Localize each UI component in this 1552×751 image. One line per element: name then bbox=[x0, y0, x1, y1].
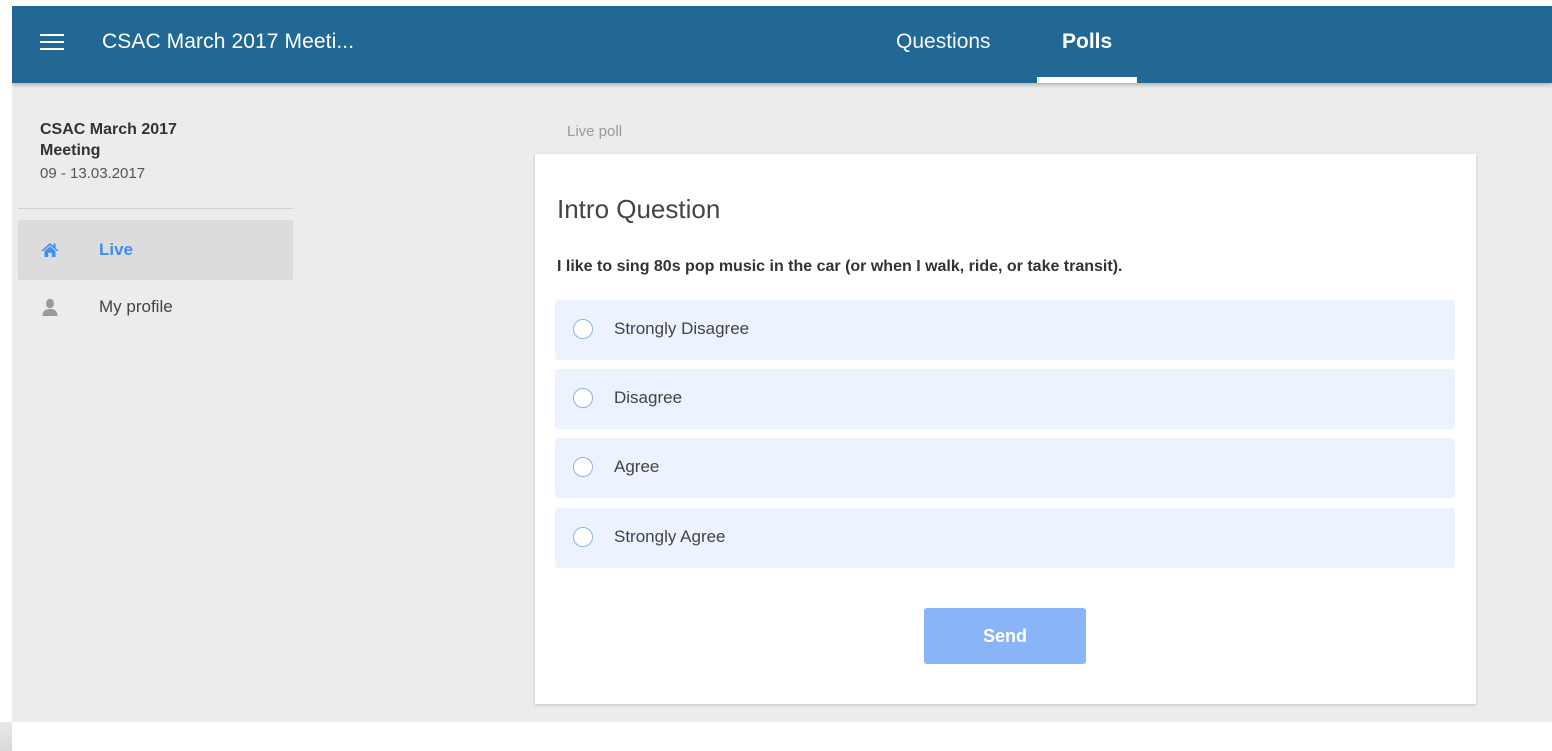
top-app-bar: CSAC March 2017 Meeti... Questions Polls bbox=[12, 6, 1552, 83]
section-label: Live poll bbox=[567, 123, 623, 140]
app-window: CSAC March 2017 Meeti... Questions Polls… bbox=[12, 6, 1552, 722]
tab-polls[interactable]: Polls bbox=[1062, 30, 1112, 54]
sidebar-divider bbox=[18, 208, 293, 209]
option-label: Agree bbox=[614, 457, 660, 476]
sidebar-item-my-profile[interactable]: My profile bbox=[18, 280, 293, 340]
home-icon bbox=[41, 243, 59, 257]
poll-option-strongly-agree[interactable]: Strongly Agree bbox=[555, 508, 1455, 568]
option-label: Strongly Agree bbox=[614, 527, 726, 546]
radio-button[interactable] bbox=[573, 457, 593, 477]
window-edge-shadow bbox=[0, 722, 12, 751]
radio-button[interactable] bbox=[573, 319, 593, 339]
event-dates: 09 - 13.03.2017 bbox=[40, 165, 146, 182]
poll-title: Intro Question bbox=[557, 194, 721, 224]
user-icon bbox=[42, 298, 58, 316]
sidebar-item-label: My profile bbox=[99, 297, 173, 316]
radio-button[interactable] bbox=[573, 527, 593, 547]
poll-option-disagree[interactable]: Disagree bbox=[555, 369, 1455, 429]
active-tab-indicator bbox=[1037, 77, 1137, 83]
send-button[interactable]: Send bbox=[924, 608, 1086, 664]
tab-questions[interactable]: Questions bbox=[896, 30, 991, 54]
radio-button[interactable] bbox=[573, 388, 593, 408]
poll-card: Intro Question I like to sing 80s pop mu… bbox=[535, 154, 1476, 704]
sidebar-item-label: Live bbox=[99, 240, 134, 259]
sidebar: CSAC March 2017 Meeting 09 - 13.03.2017 … bbox=[12, 83, 304, 722]
event-name: CSAC March 2017 Meeting bbox=[40, 121, 177, 159]
sidebar-item-live[interactable]: Live bbox=[18, 220, 293, 280]
poll-question: I like to sing 80s pop music in the car … bbox=[557, 258, 1123, 275]
app-title: CSAC March 2017 Meeti... bbox=[102, 30, 355, 53]
option-label: Strongly Disagree bbox=[614, 319, 750, 338]
option-label: Disagree bbox=[614, 388, 683, 407]
poll-option-strongly-disagree[interactable]: Strongly Disagree bbox=[555, 300, 1455, 360]
hamburger-menu-icon[interactable] bbox=[40, 31, 66, 53]
poll-option-agree[interactable]: Agree bbox=[555, 438, 1455, 498]
